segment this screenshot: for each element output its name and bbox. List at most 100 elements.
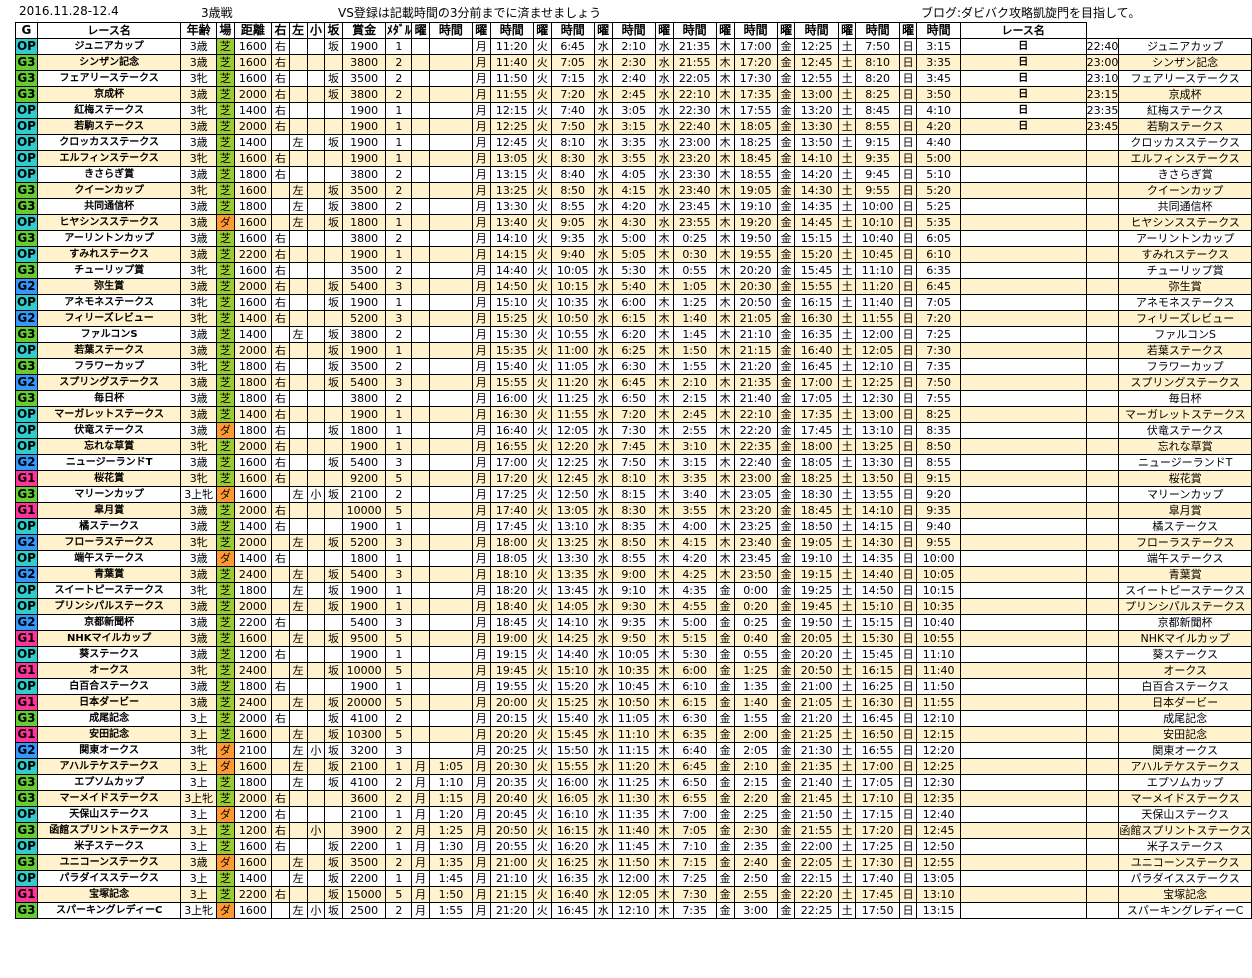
race-cell (1085, 854, 1120, 871)
race-cell (306, 614, 326, 631)
race-cell: スプリングステークス (1118, 374, 1252, 391)
race-cell: 13:25 (855, 438, 900, 455)
race-cell: 金 (715, 758, 735, 775)
race-cell (1085, 198, 1120, 215)
race-cell: G3 (15, 790, 38, 807)
race-cell: 函館スプリントステークス (36, 822, 182, 839)
race-cell (1085, 902, 1120, 919)
race-cell: 火 (532, 822, 552, 839)
race-cell (306, 582, 326, 599)
race-cell: OP (15, 646, 38, 663)
race-cell: 木 (654, 806, 674, 823)
race-cell: 23:30 (672, 166, 717, 183)
race-cell (306, 166, 326, 183)
race-cell: 7:05 (916, 294, 961, 311)
race-cell: 金 (776, 262, 796, 279)
race-cell: 右 (271, 886, 290, 903)
race-cell (429, 454, 473, 471)
race-cell: 毎日杯 (1118, 390, 1252, 407)
race-cell (306, 534, 326, 551)
race-cell: 2500 (341, 902, 387, 919)
race-cell: 土 (837, 182, 857, 199)
race-cell: G1 (15, 886, 38, 903)
race-cell: 10:50 (611, 694, 656, 711)
race-row: OP きさらぎ賞 3歳芝 1800 右 3800 2 月 13:15 火 8:40 水 4:05 水 23:… (15, 166, 1252, 183)
race-cell (959, 710, 1087, 727)
race-cell: 3歳 (180, 246, 217, 263)
race-cell: 12:25 (794, 38, 839, 55)
race-cell: 水 (593, 166, 613, 183)
race-cell: G3 (15, 390, 38, 407)
race-cell: 金 (776, 486, 796, 503)
race-cell: 月 (411, 790, 430, 807)
race-cell: 13:10 (916, 886, 961, 903)
race-cell: 端午ステークス (36, 550, 182, 567)
race-cell: きさらぎ賞 (1118, 166, 1252, 183)
race-cell: 2000 (233, 790, 273, 807)
race-cell (411, 326, 430, 343)
race-cell: 14:35 (794, 198, 839, 215)
race-cell: 京成杯 (36, 86, 182, 103)
race-cell: 木 (654, 774, 674, 791)
race-cell: 木 (715, 262, 735, 279)
race-cell: 右 (271, 102, 290, 119)
race-cell: 21:00 (489, 854, 534, 871)
race-cell: 火 (532, 294, 552, 311)
race-cell: 3歳 (180, 422, 217, 439)
race-cell: 18:55 (733, 166, 778, 183)
race-cell: 土 (837, 598, 857, 615)
race-cell: 白百合ステークス (36, 678, 182, 695)
race-cell: 右 (271, 262, 290, 279)
race-cell: 9:45 (855, 166, 900, 183)
race-cell: 3歳 (180, 166, 217, 183)
race-cell (1085, 566, 1120, 583)
race-cell: 月 (471, 870, 491, 887)
race-cell: 芝 (216, 534, 235, 551)
race-cell: 芝 (216, 710, 235, 727)
race-cell: 22:40 (672, 118, 717, 135)
race-cell: 左 (288, 662, 308, 679)
race-cell: 5:00 (611, 230, 656, 247)
race-row: G3 エプソムカップ 3上芝 1800 左坂 4100 2 月 1:10 月 20:35 火 16:00… (15, 774, 1252, 791)
race-cell: 芝 (216, 310, 235, 327)
column-header: 曜 (715, 22, 735, 39)
race-cell (429, 278, 473, 295)
column-header: 曜 (837, 22, 857, 39)
race-cell: 23:05 (733, 486, 778, 503)
race-cell: 5 (385, 694, 413, 711)
race-cell: 11:50 (489, 70, 534, 87)
race-row: G1 桜花賞 3牝芝 1600 右 9200 5 月 17:20 火 12:45 水 8:10 木 3:35… (15, 470, 1252, 487)
race-cell: 13:00 (794, 86, 839, 103)
race-cell (1085, 214, 1120, 231)
race-cell: 木 (715, 182, 735, 199)
race-cell: 日 (898, 838, 918, 855)
race-cell: 芝 (216, 406, 235, 423)
race-cell (324, 246, 343, 263)
race-cell: 6:55 (672, 790, 717, 807)
race-row: G2 弥生賞 3歳芝 2000 右坂 5400 3 月 14:50 火 10:15 水 5:40 木 1:0… (15, 278, 1252, 295)
race-cell (288, 838, 308, 855)
race-cell (271, 598, 290, 615)
race-cell: エルフィンステークス (36, 150, 182, 167)
race-cell: 火 (532, 134, 552, 151)
race-cell (324, 390, 343, 407)
race-cell: 9:15 (916, 470, 961, 487)
race-cell: 1:50 (672, 342, 717, 359)
race-cell: 1:55 (733, 710, 778, 727)
race-cell: G3 (15, 774, 38, 791)
race-cell: 日 (898, 86, 918, 103)
race-cell (306, 70, 326, 87)
race-row: G3 クイーンカップ 3牝芝 1600 左坂 3500 2 月 13:25 火 8:50 水 4:15 水… (15, 182, 1252, 199)
race-cell (429, 502, 473, 519)
race-cell: 2:40 (733, 854, 778, 871)
race-cell: 3800 (341, 230, 387, 247)
race-cell: 2200 (341, 838, 387, 855)
race-cell: アネモネステークス (36, 294, 182, 311)
race-cell: 土 (837, 662, 857, 679)
race-cell: 右 (271, 342, 290, 359)
race-cell: G3 (15, 230, 38, 247)
race-cell: 1400 (233, 550, 273, 567)
race-cell (288, 550, 308, 567)
race-cell (1085, 246, 1120, 263)
race-cell: 金 (776, 582, 796, 599)
